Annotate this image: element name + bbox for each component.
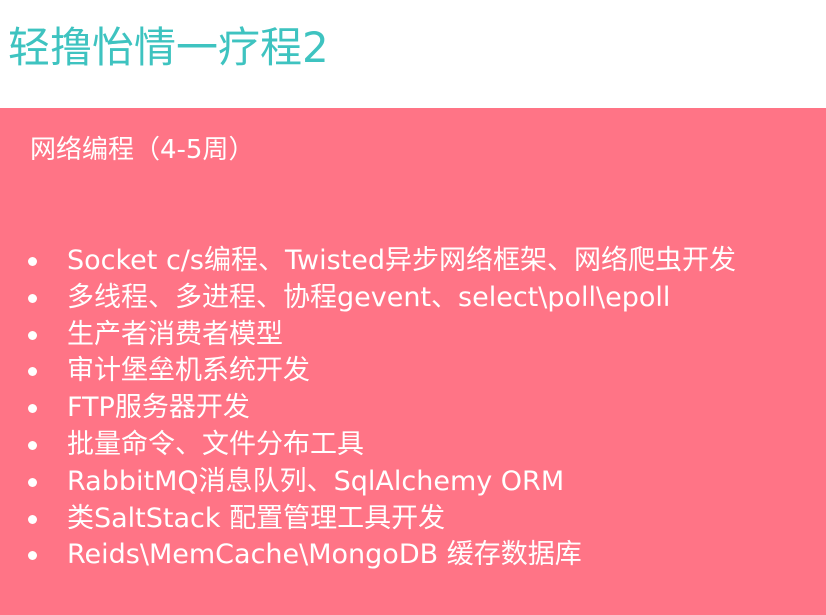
bullet-dot-icon — [28, 514, 37, 524]
bullet-dot-icon — [28, 551, 37, 561]
bullet-item: 类SaltStack 配置管理工具开发 — [28, 501, 736, 538]
bullet-text: 审计堡垒机系统开发 — [67, 355, 310, 387]
bullet-item: FTP服务器开发 — [28, 390, 736, 427]
bullet-text: Socket c/s编程、Twisted异步网络框架、网络爬虫开发 — [67, 245, 736, 276]
bullet-item: 审计堡垒机系统开发 — [28, 353, 736, 390]
bullet-dot-icon — [28, 293, 37, 303]
bullet-list: Socket c/s编程、Twisted异步网络框架、网络爬虫开发 多线程、多进… — [28, 243, 736, 574]
bullet-dot-icon — [28, 440, 37, 450]
bullet-item: Reids\MemCache\MongoDB 缓存数据库 — [28, 537, 736, 574]
bullet-item: Socket c/s编程、Twisted异步网络框架、网络爬虫开发 — [28, 243, 736, 280]
bullet-text: FTP服务器开发 — [67, 392, 250, 424]
bullet-item: RabbitMQ消息队列、SqlAlchemy ORM — [28, 464, 736, 501]
bullet-dot-icon — [28, 404, 37, 414]
bullet-item: 多线程、多进程、协程gevent、select\poll\epoll — [28, 280, 736, 317]
section-subtitle: 网络编程（4-5周） — [30, 135, 255, 165]
bullet-item: 批量命令、文件分布工具 — [28, 427, 736, 464]
content-panel: 网络编程（4-5周） Socket c/s编程、Twisted异步网络框架、网络… — [0, 108, 826, 615]
bullet-dot-icon — [28, 330, 37, 340]
bullet-dot-icon — [28, 367, 37, 377]
bullet-item: 生产者消费者模型 — [28, 317, 736, 354]
bullet-text: 类SaltStack 配置管理工具开发 — [67, 502, 446, 534]
bullet-dot-icon — [28, 257, 37, 266]
bullet-dot-icon — [28, 477, 37, 487]
bullet-text: 多线程、多进程、协程gevent、select\poll\epoll — [67, 281, 671, 313]
bullet-text: Reids\MemCache\MongoDB 缓存数据库 — [67, 539, 582, 571]
bullet-text: RabbitMQ消息队列、SqlAlchemy ORM — [67, 465, 565, 497]
bullet-text: 生产者消费者模型 — [67, 318, 283, 350]
slide-title: 轻撸怡情一疗程2 — [8, 23, 329, 72]
bullet-text: 批量命令、文件分布工具 — [67, 428, 364, 460]
slide: 轻撸怡情一疗程2 网络编程（4-5周） Socket c/s编程、Twisted… — [0, 0, 826, 615]
